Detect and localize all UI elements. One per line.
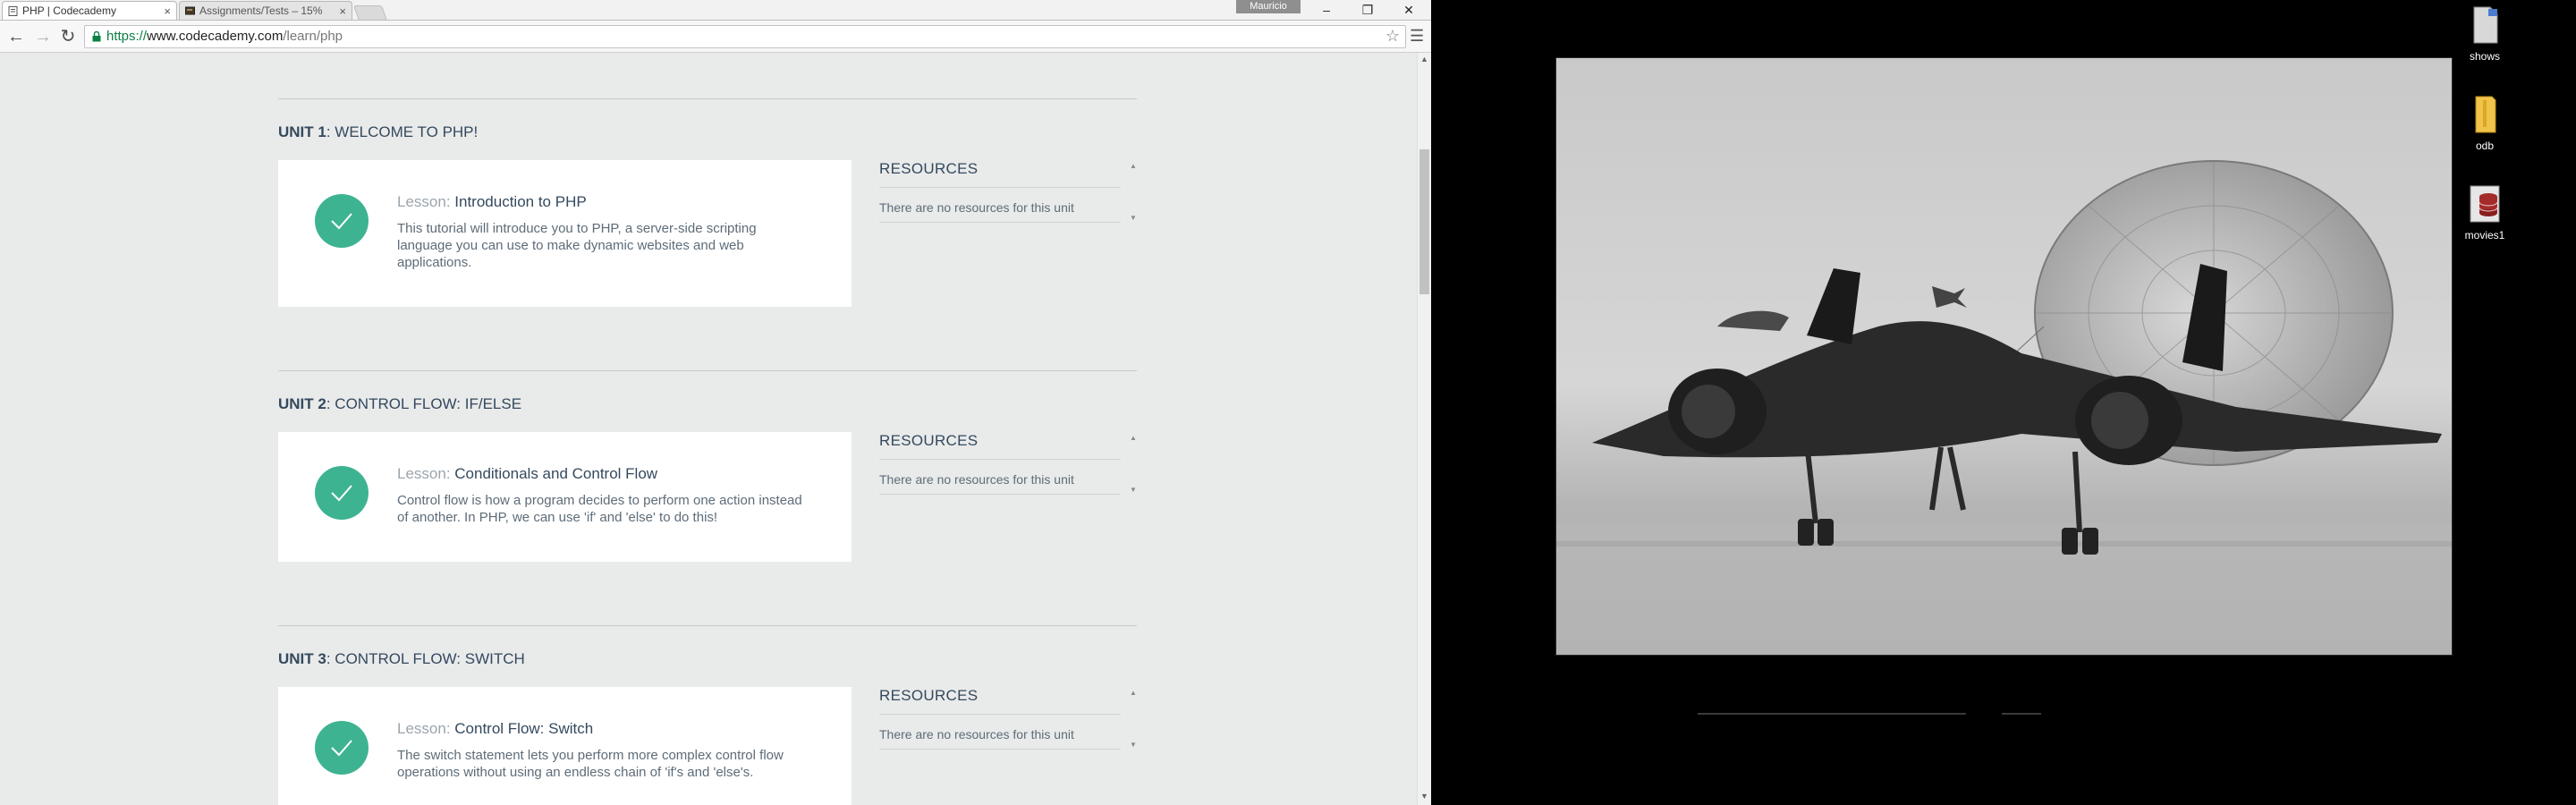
reload-button[interactable]: ↻	[57, 26, 79, 47]
unit-title: UNIT 1: WELCOME TO PHP!	[278, 123, 478, 141]
browser-window: PHP | Codecademy × Assignments/Tests – 1…	[0, 0, 1431, 805]
sr71-blackbird-photo	[1556, 58, 2452, 655]
new-tab-button[interactable]	[352, 5, 388, 21]
resources-heading: RESOURCES	[879, 160, 979, 177]
unit-title: UNIT 3: CONTROL FLOW: SWITCH	[278, 650, 525, 668]
resources-text: There are no resources for this unit	[879, 727, 1074, 741]
lesson-title[interactable]: Lesson: Conditionals and Control Flow	[397, 465, 657, 483]
close-tab-icon[interactable]: ×	[164, 2, 171, 20]
page-content: UNIT 1: WELCOME TO PHP! Lesson: Introduc…	[0, 53, 1417, 805]
file-icon	[2463, 4, 2506, 47]
tab-php-codecademy[interactable]: PHP | Codecademy ×	[2, 1, 177, 20]
unit-number: UNIT 3	[278, 650, 326, 667]
desktop: shows odb movies1	[1431, 0, 2576, 805]
lesson-card[interactable]: Lesson: Introduction to PHP This tutoria…	[278, 160, 852, 307]
resources-text: There are no resources for this unit	[879, 200, 1074, 215]
scrollbar-thumb[interactable]	[1419, 149, 1429, 294]
page-favicon-icon	[8, 6, 18, 16]
desktop-icon-label: movies1	[2464, 229, 2505, 242]
scroll-down-arrow-icon[interactable]: ▼	[1130, 741, 1137, 749]
tab-assignments[interactable]: Assignments/Tests – 15% ×	[179, 1, 352, 20]
browser-toolbar: ← → ↻ https://www.codecademy.com/learn/p…	[0, 21, 1431, 53]
lock-icon	[92, 31, 101, 42]
back-button[interactable]: ←	[5, 26, 27, 47]
divider	[879, 187, 1121, 188]
lesson-name: Conditionals and Control Flow	[454, 465, 658, 482]
desktop-icon-movies1[interactable]: movies1	[2449, 182, 2521, 242]
lesson-title[interactable]: Lesson: Control Flow: Switch	[397, 720, 593, 738]
scroll-up-arrow-icon[interactable]: ▲	[1130, 689, 1137, 697]
scroll-down-arrow-icon[interactable]: ▼	[1130, 214, 1137, 222]
database-icon	[2463, 182, 2506, 225]
unit-name: : CONTROL FLOW: SWITCH	[326, 650, 525, 667]
unit-number: UNIT 1	[278, 123, 326, 140]
page-scrollbar[interactable]: ▲ ▼	[1417, 53, 1431, 805]
divider	[2002, 713, 2041, 715]
scroll-up-arrow-icon[interactable]: ▲	[1130, 162, 1137, 170]
unit-number: UNIT 2	[278, 395, 326, 412]
url-text: https://www.codecademy.com/learn/php	[106, 26, 343, 47]
desktop-icon-label: shows	[2469, 50, 2500, 63]
unit-name: : WELCOME TO PHP!	[326, 123, 479, 140]
completed-check-icon	[315, 721, 369, 775]
tab-title: PHP | Codecademy	[22, 4, 116, 17]
resources-heading: RESOURCES	[879, 432, 979, 449]
url-path: /learn/php	[283, 29, 343, 44]
address-bar[interactable]: https://www.codecademy.com/learn/php ☆	[84, 25, 1406, 48]
minimize-button[interactable]: –	[1306, 0, 1347, 20]
lesson-card[interactable]: Lesson: Control Flow: Switch The switch …	[278, 687, 852, 805]
scroll-up-icon[interactable]: ▲	[1420, 55, 1428, 64]
lesson-title[interactable]: Lesson: Introduction to PHP	[397, 193, 587, 211]
lesson-name: Control Flow: Switch	[454, 720, 594, 737]
desktop-icon-shows[interactable]: shows	[2449, 4, 2521, 63]
menu-icon[interactable]: ☰	[1410, 27, 1424, 46]
divider	[1698, 713, 1966, 715]
scroll-down-arrow-icon[interactable]: ▼	[1130, 486, 1137, 494]
divider	[879, 749, 1121, 750]
desktop-icon-odb[interactable]: odb	[2449, 93, 2521, 152]
close-window-button[interactable]: ✕	[1388, 0, 1429, 20]
lesson-prefix: Lesson:	[397, 193, 455, 210]
unit-title: UNIT 2: CONTROL FLOW: IF/ELSE	[278, 395, 521, 413]
divider	[278, 370, 1137, 371]
divider	[879, 222, 1121, 223]
blackboard-favicon-icon	[185, 6, 195, 15]
close-tab-icon[interactable]: ×	[339, 2, 346, 20]
completed-check-icon	[315, 194, 369, 248]
divider	[879, 714, 1121, 715]
divider	[278, 625, 1137, 626]
desktop-icon-label: odb	[2475, 140, 2495, 152]
folder-icon	[2463, 93, 2506, 136]
photo-viewer[interactable]	[1556, 58, 2452, 655]
unit-name: : CONTROL FLOW: IF/ELSE	[326, 395, 522, 412]
lesson-description: The switch statement lets you perform mo…	[397, 748, 784, 780]
divider	[879, 459, 1121, 460]
tab-title: Assignments/Tests – 15%	[199, 4, 323, 17]
profile-badge[interactable]: Mauricio	[1236, 0, 1301, 13]
lesson-card[interactable]: Lesson: Conditionals and Control Flow Co…	[278, 432, 852, 562]
lesson-description: Control flow is how a program decides to…	[397, 493, 802, 525]
forward-button[interactable]: →	[32, 26, 54, 47]
url-scheme: https://	[106, 29, 148, 44]
url-host: www.codecademy.com	[147, 29, 284, 44]
scroll-down-icon[interactable]: ▼	[1420, 792, 1428, 801]
lesson-description: This tutorial will introduce you to PHP,…	[397, 221, 757, 270]
restore-button[interactable]: ❐	[1347, 0, 1388, 20]
lesson-prefix: Lesson:	[397, 465, 455, 482]
bookmark-star-icon[interactable]: ☆	[1385, 27, 1400, 46]
tab-strip: PHP | Codecademy × Assignments/Tests – 1…	[0, 0, 1431, 21]
divider	[278, 98, 1137, 99]
completed-check-icon	[315, 466, 369, 520]
lesson-prefix: Lesson:	[397, 720, 455, 737]
resources-text: There are no resources for this unit	[879, 472, 1074, 487]
divider	[879, 494, 1121, 495]
scroll-up-arrow-icon[interactable]: ▲	[1130, 434, 1137, 442]
lesson-name: Introduction to PHP	[454, 193, 587, 210]
resources-heading: RESOURCES	[879, 687, 979, 704]
